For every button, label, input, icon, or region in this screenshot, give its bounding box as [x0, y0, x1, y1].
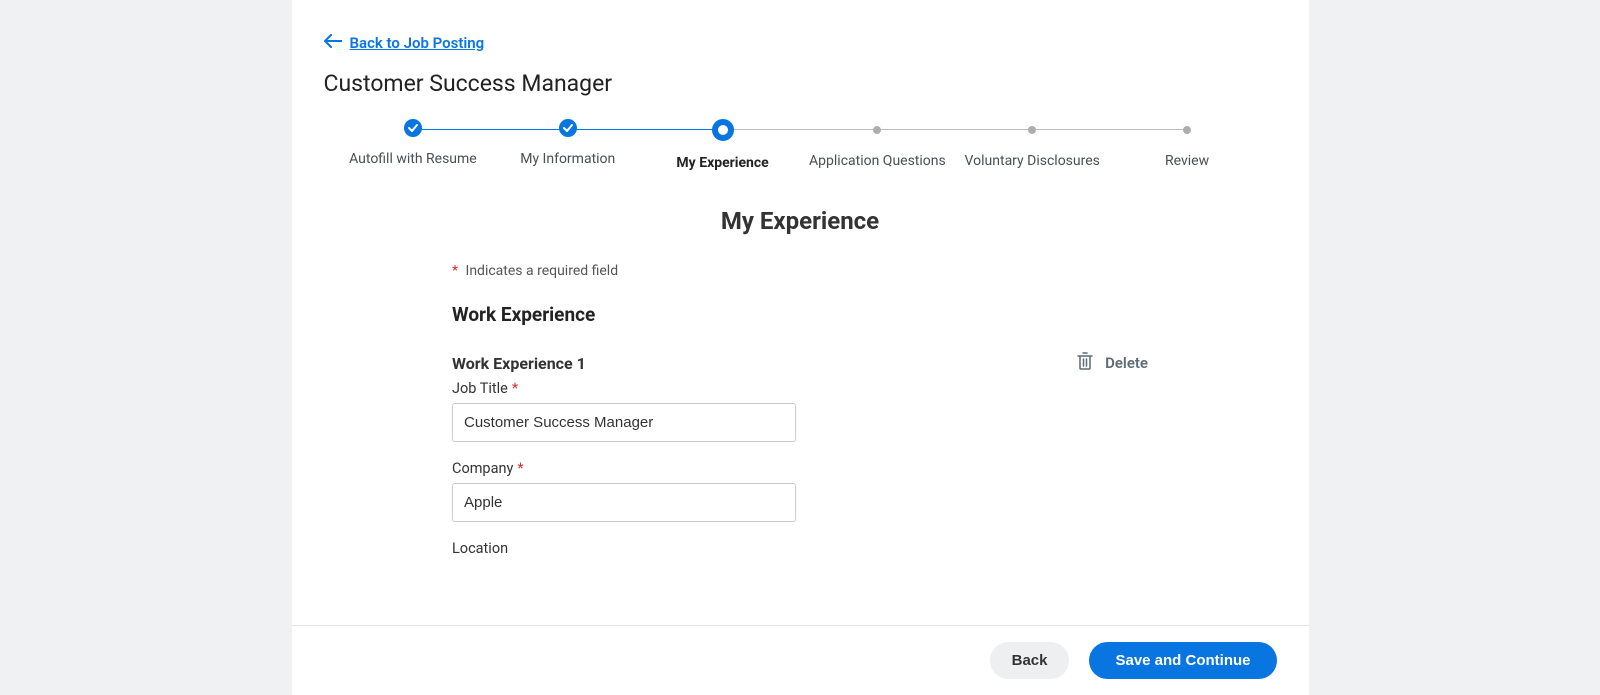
entry-title: Work Experience 1 — [452, 354, 586, 373]
delete-label: Delete — [1105, 354, 1148, 372]
location-label: Location — [452, 540, 1148, 557]
step-label: Voluntary Disclosures — [965, 153, 1100, 169]
back-to-posting-link[interactable]: Back to Job Posting — [324, 34, 485, 52]
asterisk-icon: * — [517, 460, 523, 477]
step-label: My Experience — [676, 155, 768, 171]
delete-entry-button[interactable]: Delete — [1077, 352, 1148, 374]
job-posting-title: Customer Success Manager — [324, 70, 1277, 97]
step-my-information[interactable]: My Information — [490, 119, 645, 167]
step-label: Application Questions — [809, 153, 946, 169]
step-label: My Information — [520, 151, 615, 167]
progress-stepper: Autofill with Resume My Information My E… — [324, 119, 1277, 171]
form-area: * Indicates a required field Work Experi… — [450, 263, 1150, 557]
asterisk-icon: * — [452, 263, 458, 279]
step-label: Autofill with Resume — [349, 151, 477, 167]
job-title-input[interactable] — [452, 403, 796, 442]
step-my-experience[interactable]: My Experience — [645, 119, 800, 171]
footer-bar: Back Save and Continue — [292, 625, 1309, 695]
trash-icon — [1077, 352, 1093, 374]
step-voluntary-disclosures[interactable]: Voluntary Disclosures — [955, 119, 1110, 169]
company-field: Company* — [452, 460, 1148, 522]
step-review[interactable]: Review — [1110, 119, 1265, 169]
back-link-label: Back to Job Posting — [350, 34, 485, 52]
job-title-field: Job Title* — [452, 380, 1148, 442]
step-application-questions[interactable]: Application Questions — [800, 119, 955, 169]
location-field: Location — [452, 540, 1148, 557]
content-area: Back to Job Posting Customer Success Man… — [292, 0, 1309, 695]
arrow-left-icon — [324, 34, 342, 52]
company-input[interactable] — [452, 483, 796, 522]
asterisk-icon: * — [512, 380, 518, 397]
required-field-note: * Indicates a required field — [452, 263, 1148, 279]
work-experience-entry-header: Work Experience 1 Delete — [452, 352, 1148, 374]
step-autofill[interactable]: Autofill with Resume — [336, 119, 491, 167]
step-label: Review — [1165, 153, 1209, 169]
work-experience-heading: Work Experience — [452, 303, 1148, 326]
application-form: Back to Job Posting Customer Success Man… — [292, 0, 1309, 695]
save-and-continue-button[interactable]: Save and Continue — [1089, 642, 1276, 679]
required-note-text: Indicates a required field — [466, 263, 619, 279]
back-button[interactable]: Back — [990, 642, 1070, 679]
job-title-label: Job Title* — [452, 380, 1148, 397]
company-label: Company* — [452, 460, 1148, 477]
section-heading: My Experience — [324, 207, 1277, 235]
